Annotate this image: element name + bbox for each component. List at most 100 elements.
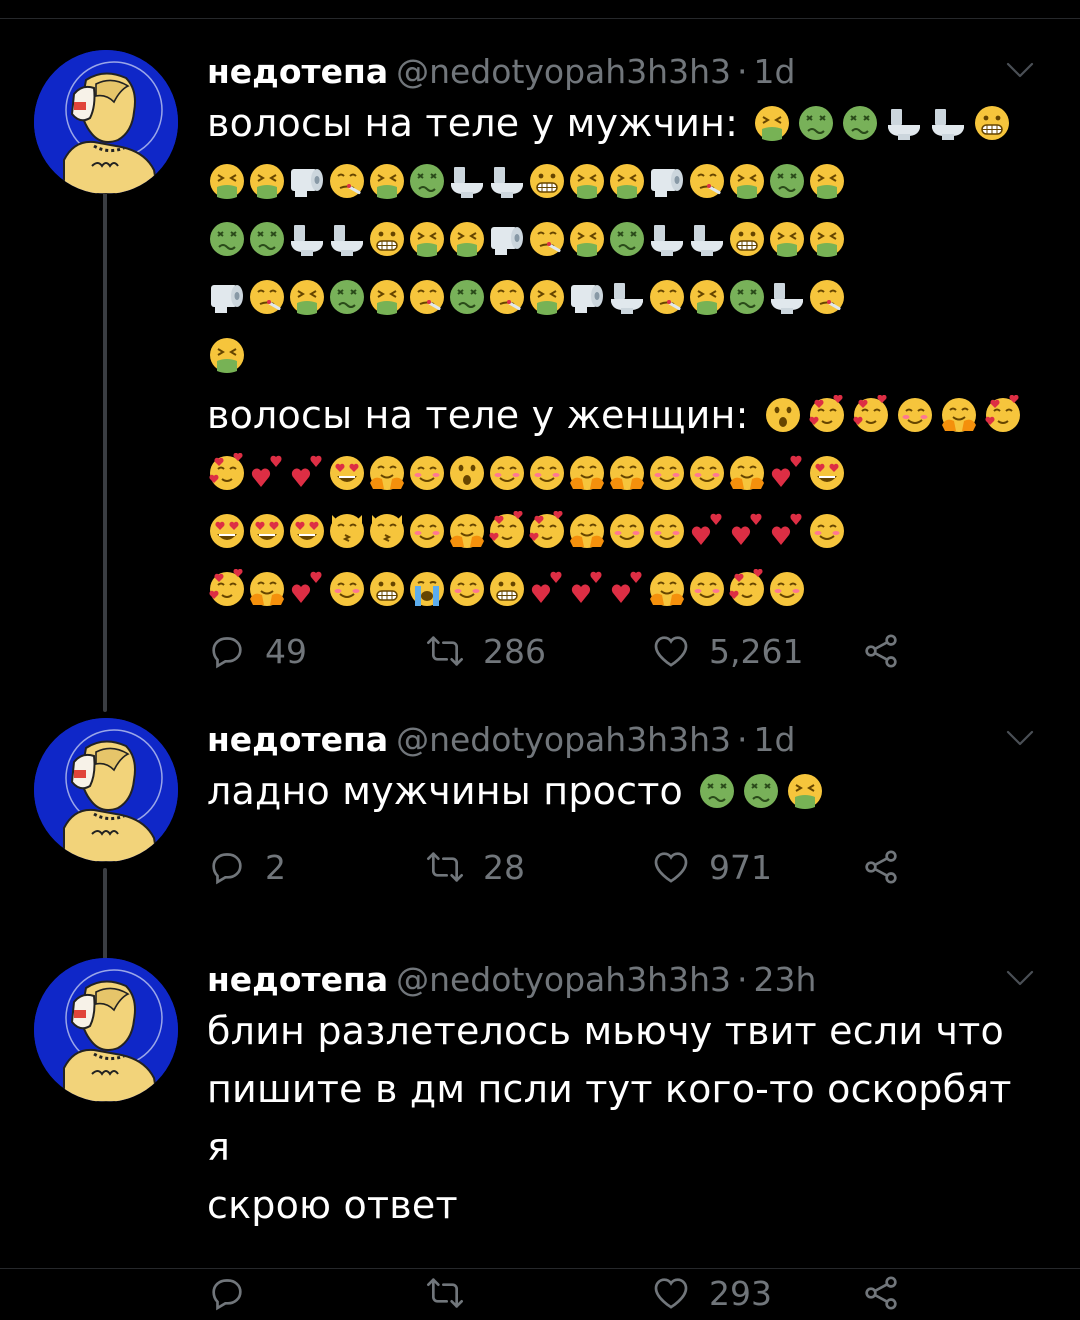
blush-emoji-icon — [327, 569, 367, 609]
sick-emoji-icon — [247, 219, 287, 259]
sick-emoji-icon — [407, 161, 447, 201]
bottom-divider — [0, 1268, 1080, 1269]
user-handle[interactable]: @nedotyopah3h3h3 — [396, 720, 731, 759]
fever-emoji-icon — [647, 277, 687, 317]
retweet-button[interactable] — [425, 1270, 483, 1316]
display-name[interactable]: недотепа — [207, 960, 388, 999]
share-button[interactable] — [861, 1270, 919, 1316]
hearts-emoji-icon — [207, 569, 247, 609]
top-divider — [0, 18, 1080, 19]
blush-emoji-icon — [447, 569, 487, 609]
blush-emoji-icon — [687, 569, 727, 609]
reply-icon — [207, 847, 265, 887]
hearts-emoji-icon — [727, 569, 767, 609]
timestamp[interactable]: 1d — [754, 720, 796, 759]
tweet-actions: 293 — [207, 1270, 1030, 1320]
reply-button[interactable]: 49 — [207, 628, 307, 674]
tweet-text-line: блин разлетелось мьючу твит если что — [207, 1009, 1004, 1053]
emoji-row — [207, 152, 1030, 210]
vomit-emoji-icon — [607, 161, 647, 201]
twoheart-emoji-icon — [767, 511, 807, 551]
user-handle[interactable]: @nedotyopah3h3h3 — [396, 960, 731, 999]
retweet-button[interactable]: 28 — [425, 844, 525, 890]
reply-count: 2 — [265, 847, 286, 887]
blush-emoji-icon — [647, 453, 687, 493]
heart-icon — [651, 847, 709, 887]
retweet-count: 28 — [483, 847, 525, 887]
display-name[interactable]: недотепа — [207, 720, 388, 759]
separator: · — [737, 960, 748, 999]
toilet-emoji-icon — [687, 219, 727, 259]
blush-emoji-icon — [407, 511, 447, 551]
reply-count: 49 — [265, 631, 307, 671]
reply-icon — [207, 631, 265, 671]
tweet-header: недотепа @nedotyopah3h3h3 · 1d — [207, 718, 1034, 762]
hearts-emoji-icon — [851, 395, 891, 435]
sick-emoji-icon — [741, 771, 781, 811]
toilet-emoji-icon — [884, 103, 924, 143]
chevron-down-icon[interactable] — [1002, 960, 1038, 990]
blush-emoji-icon — [407, 453, 447, 493]
reply-button[interactable] — [207, 1270, 265, 1316]
chevron-down-icon[interactable] — [1002, 720, 1038, 750]
fever-emoji-icon — [687, 161, 727, 201]
like-button[interactable]: 5,261 — [651, 628, 803, 674]
blush-emoji-icon — [527, 453, 567, 493]
hearts-emoji-icon — [807, 395, 847, 435]
avatar[interactable] — [34, 958, 178, 1102]
toilet-emoji-icon — [928, 103, 968, 143]
heartseyes-emoji-icon — [207, 511, 247, 551]
heartseyes-emoji-icon — [807, 453, 847, 493]
separator: · — [737, 720, 748, 759]
timestamp[interactable]: 23h — [754, 960, 817, 999]
hug-emoji-icon — [647, 569, 687, 609]
thread-connector — [103, 868, 107, 960]
hearts-emoji-icon — [527, 511, 567, 551]
like-button[interactable]: 971 — [651, 844, 772, 890]
fever-emoji-icon — [327, 161, 367, 201]
retweet-icon — [425, 847, 483, 887]
user-handle[interactable]: @nedotyopah3h3h3 — [396, 52, 731, 91]
reply-icon — [207, 1273, 265, 1313]
emoji-row — [207, 210, 1030, 268]
chevron-down-icon[interactable] — [1002, 52, 1038, 82]
display-name[interactable]: недотепа — [207, 52, 388, 91]
retweet-icon — [425, 1273, 483, 1313]
kisscat-emoji-icon — [367, 511, 407, 551]
thread-connector — [103, 192, 107, 712]
share-icon — [861, 631, 919, 671]
share-icon — [861, 847, 919, 887]
hug-emoji-icon — [567, 453, 607, 493]
share-button[interactable] — [861, 628, 919, 674]
heart-icon — [651, 1273, 709, 1313]
avatar[interactable] — [34, 718, 178, 862]
vomit-emoji-icon — [367, 161, 407, 201]
timestamp[interactable]: 1d — [754, 52, 796, 91]
vomit-emoji-icon — [807, 219, 847, 259]
grimace-emoji-icon — [727, 219, 767, 259]
hearts-emoji-icon — [487, 511, 527, 551]
reply-button[interactable]: 2 — [207, 844, 286, 890]
paper-emoji-icon — [487, 219, 527, 259]
like-button[interactable]: 293 — [651, 1270, 772, 1316]
fever-emoji-icon — [527, 219, 567, 259]
grimace-emoji-icon — [972, 103, 1012, 143]
avatar[interactable] — [34, 50, 178, 194]
hearts-emoji-icon — [207, 453, 247, 493]
sick-emoji-icon — [697, 771, 737, 811]
tweet-actions: 49 286 5,261 — [207, 628, 1030, 678]
vomit-emoji-icon — [785, 771, 825, 811]
share-button[interactable] — [861, 844, 919, 890]
toilet-emoji-icon — [647, 219, 687, 259]
toilet-emoji-icon — [487, 161, 527, 201]
toilet-emoji-icon — [287, 219, 327, 259]
tweet-text-line: скрою ответ — [207, 1183, 458, 1227]
emoji-row — [207, 268, 1030, 326]
tweet-text: волосы на теле у мужчин: волосы на теле … — [207, 94, 1030, 618]
wow-emoji-icon — [447, 453, 487, 493]
vomit-emoji-icon — [247, 161, 287, 201]
toilet-emoji-icon — [447, 161, 487, 201]
sick-emoji-icon — [840, 103, 880, 143]
retweet-button[interactable]: 286 — [425, 628, 546, 674]
tweet-header: недотепа @nedotyopah3h3h3 · 1d — [207, 50, 1034, 94]
